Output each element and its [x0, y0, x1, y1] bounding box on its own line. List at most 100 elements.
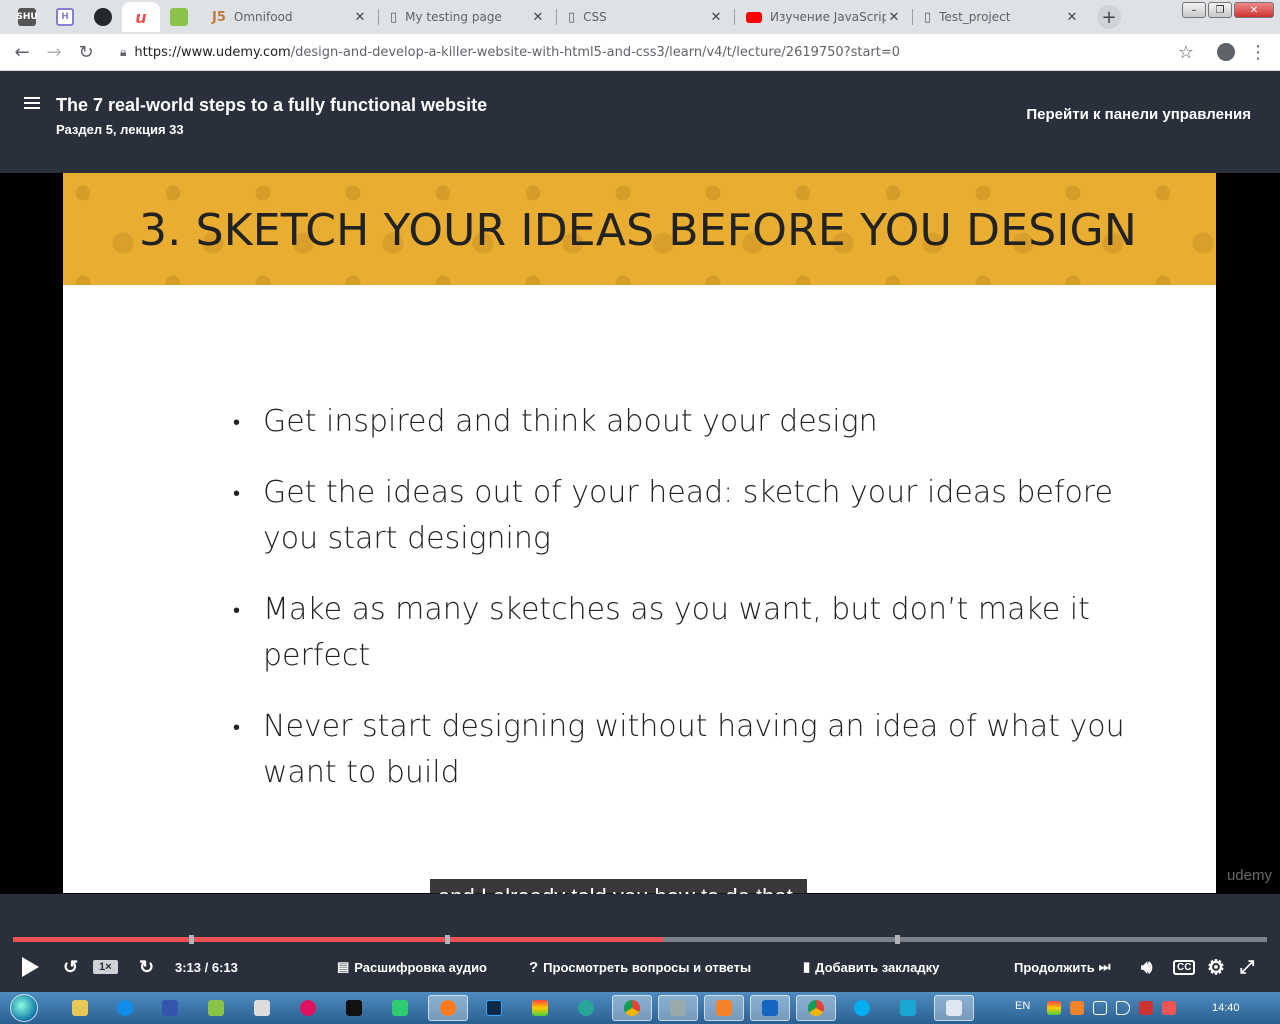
- tab-separator: [912, 9, 913, 25]
- bookmark-marker[interactable]: [445, 935, 450, 944]
- close-icon[interactable]: ✕: [530, 10, 546, 25]
- taskbar-app-calendar[interactable]: [888, 995, 928, 1021]
- pinned-tab-shu-blog[interactable]: SHU: [8, 2, 46, 32]
- tab-title: Изучение JavaScript: [770, 10, 886, 24]
- minimize-icon[interactable]: –: [1182, 2, 1206, 18]
- close-icon[interactable]: ✕: [1064, 10, 1080, 25]
- taskbar-app-notepad[interactable]: [934, 995, 974, 1021]
- tab-javascript[interactable]: Изучение JavaScript ✕: [736, 2, 912, 32]
- fullscreen-icon: ⤢: [1240, 956, 1255, 977]
- slide-bullet: Get the ideas out of your head: sketch y…: [233, 470, 1133, 562]
- taskbar-app-android[interactable]: [196, 995, 236, 1021]
- shu-blog-icon: SHU: [16, 8, 38, 26]
- taskbar-app-intellij[interactable]: [334, 995, 374, 1021]
- app-icon: [670, 1000, 686, 1016]
- network-icon[interactable]: [1093, 1001, 1107, 1015]
- bookmark-star-icon[interactable]: ☆: [1174, 40, 1198, 64]
- fullscreen-button[interactable]: ⤢: [1240, 956, 1254, 978]
- taskbar-app-teal[interactable]: [566, 995, 606, 1021]
- curriculum-list-icon[interactable]: [24, 97, 40, 111]
- tab-test-project[interactable]: ▯ Test_project ✕: [914, 2, 1090, 32]
- udemy-icon: u: [132, 8, 150, 27]
- captions-button[interactable]: CC: [1173, 956, 1196, 978]
- system-tray: EN 14:40: [1012, 992, 1280, 1024]
- close-icon[interactable]: ✕: [886, 10, 902, 25]
- video-player[interactable]: 3. SKETCH YOUR IDEAS BEFORE YOU DESIGN G…: [0, 173, 1280, 894]
- window-close-icon[interactable]: ✕: [1234, 2, 1274, 18]
- transcript-button[interactable]: ▤ Расшифровка аудио: [337, 956, 487, 978]
- taskbar-app-sublime[interactable]: [704, 995, 744, 1021]
- pinned-tab-github[interactable]: [84, 2, 122, 32]
- reload-icon[interactable]: ↻: [74, 40, 98, 64]
- taskbar-app-photoshop[interactable]: [474, 995, 514, 1021]
- forward-icon[interactable]: →: [42, 40, 66, 64]
- clock[interactable]: 14:40: [1212, 1002, 1240, 1014]
- play-button[interactable]: [22, 956, 39, 978]
- lecture-position: Раздел 5, лекция 33: [56, 122, 184, 137]
- play-icon: [22, 957, 39, 977]
- tab-omnifood[interactable]: J5 Omnifood ✕: [202, 2, 378, 32]
- progress-played: [13, 937, 663, 942]
- tray-sublime-icon[interactable]: [1070, 1001, 1084, 1015]
- taskbar-app-blue[interactable]: [750, 995, 790, 1021]
- close-icon[interactable]: ✕: [708, 10, 724, 25]
- photoshop-icon: [486, 1000, 502, 1016]
- tray-app-icon[interactable]: [1047, 1001, 1061, 1015]
- js-icon: J5: [212, 9, 226, 25]
- progress-bar[interactable]: [13, 935, 1267, 944]
- taskbar-app-firefox[interactable]: [428, 995, 468, 1021]
- browser-menu-icon[interactable]: ⋮: [1246, 40, 1270, 64]
- bookmark-marker[interactable]: [895, 935, 900, 944]
- taskbar-app-skype[interactable]: [842, 995, 882, 1021]
- taskbar-app-teamviewer[interactable]: [105, 995, 145, 1021]
- tab-separator: [734, 9, 735, 25]
- slide-title: 3. SKETCH YOUR IDEAS BEFORE YOU DESIGN: [139, 205, 1137, 256]
- settings-button[interactable]: ⚙︎: [1207, 956, 1225, 979]
- volume-tray-icon[interactable]: [1116, 1001, 1130, 1015]
- restore-icon[interactable]: ❐: [1208, 2, 1232, 18]
- pinned-tab-udemy[interactable]: u: [122, 2, 160, 32]
- windows-start-icon: [10, 994, 38, 1022]
- taskbar-app-explorer[interactable]: [60, 995, 100, 1021]
- taskbar-app-chrome-2[interactable]: [796, 995, 836, 1021]
- qa-label: Просмотреть вопросы и ответы: [543, 959, 752, 975]
- taskbar-app-box[interactable]: [242, 995, 282, 1021]
- account-icon[interactable]: [1214, 40, 1238, 64]
- taskbar-app-green[interactable]: [380, 995, 420, 1021]
- new-tab-button[interactable]: +: [1097, 5, 1121, 29]
- pinned-tab-h[interactable]: H: [46, 2, 84, 32]
- tab-my-testing-page[interactable]: ▯ My testing page ✕: [380, 2, 556, 32]
- volume-button[interactable]: 🔊︎: [1141, 956, 1152, 978]
- start-button[interactable]: [4, 992, 44, 1024]
- taskbar-app-colorful[interactable]: [520, 995, 560, 1021]
- speed-button[interactable]: 1×: [93, 956, 118, 978]
- continue-button[interactable]: Продолжить ⏭︎: [1014, 956, 1110, 978]
- tab-css[interactable]: ▯ CSS ✕: [558, 2, 734, 32]
- teal-app-icon: [578, 1000, 594, 1016]
- rewind-button[interactable]: ↺: [63, 956, 78, 978]
- action-center-icon[interactable]: [1139, 1001, 1153, 1015]
- bookmark-marker[interactable]: [189, 935, 194, 944]
- folder-icon: [72, 1000, 88, 1016]
- taskbar-app-chrome[interactable]: [612, 995, 652, 1021]
- calendar-icon: [900, 1000, 916, 1016]
- add-bookmark-button[interactable]: ▮ Добавить закладку: [803, 956, 939, 978]
- taskbar-app-generic[interactable]: [658, 995, 698, 1021]
- qa-button[interactable]: ? Просмотреть вопросы и ответы: [529, 956, 751, 978]
- back-icon[interactable]: ←: [10, 40, 34, 64]
- go-to-dashboard-link[interactable]: Перейти к панели управления: [1026, 106, 1251, 123]
- language-indicator[interactable]: EN: [1015, 1000, 1030, 1012]
- taskbar-app-save[interactable]: [150, 995, 190, 1021]
- forward-button[interactable]: ↻: [139, 956, 154, 978]
- browser-toolbar: ← → ↻ 🔒︎ https://www.udemy.com/design-an…: [0, 34, 1280, 71]
- taskbar-app-flickr[interactable]: [288, 995, 328, 1021]
- slide-bullet: Get inspired and think about your design: [233, 399, 1133, 445]
- tray-misc-icon[interactable]: [1162, 1001, 1176, 1015]
- transcript-label: Расшифровка аудио: [354, 959, 488, 975]
- skype-icon: [854, 1000, 870, 1016]
- close-icon[interactable]: ✕: [352, 10, 368, 25]
- pinned-tab-green[interactable]: [160, 2, 198, 32]
- lock-icon: 🔒︎: [120, 45, 127, 59]
- address-bar[interactable]: 🔒︎ https://www.udemy.com/design-and-deve…: [108, 38, 1208, 67]
- slide-title-band: 3. SKETCH YOUR IDEAS BEFORE YOU DESIGN: [63, 173, 1216, 285]
